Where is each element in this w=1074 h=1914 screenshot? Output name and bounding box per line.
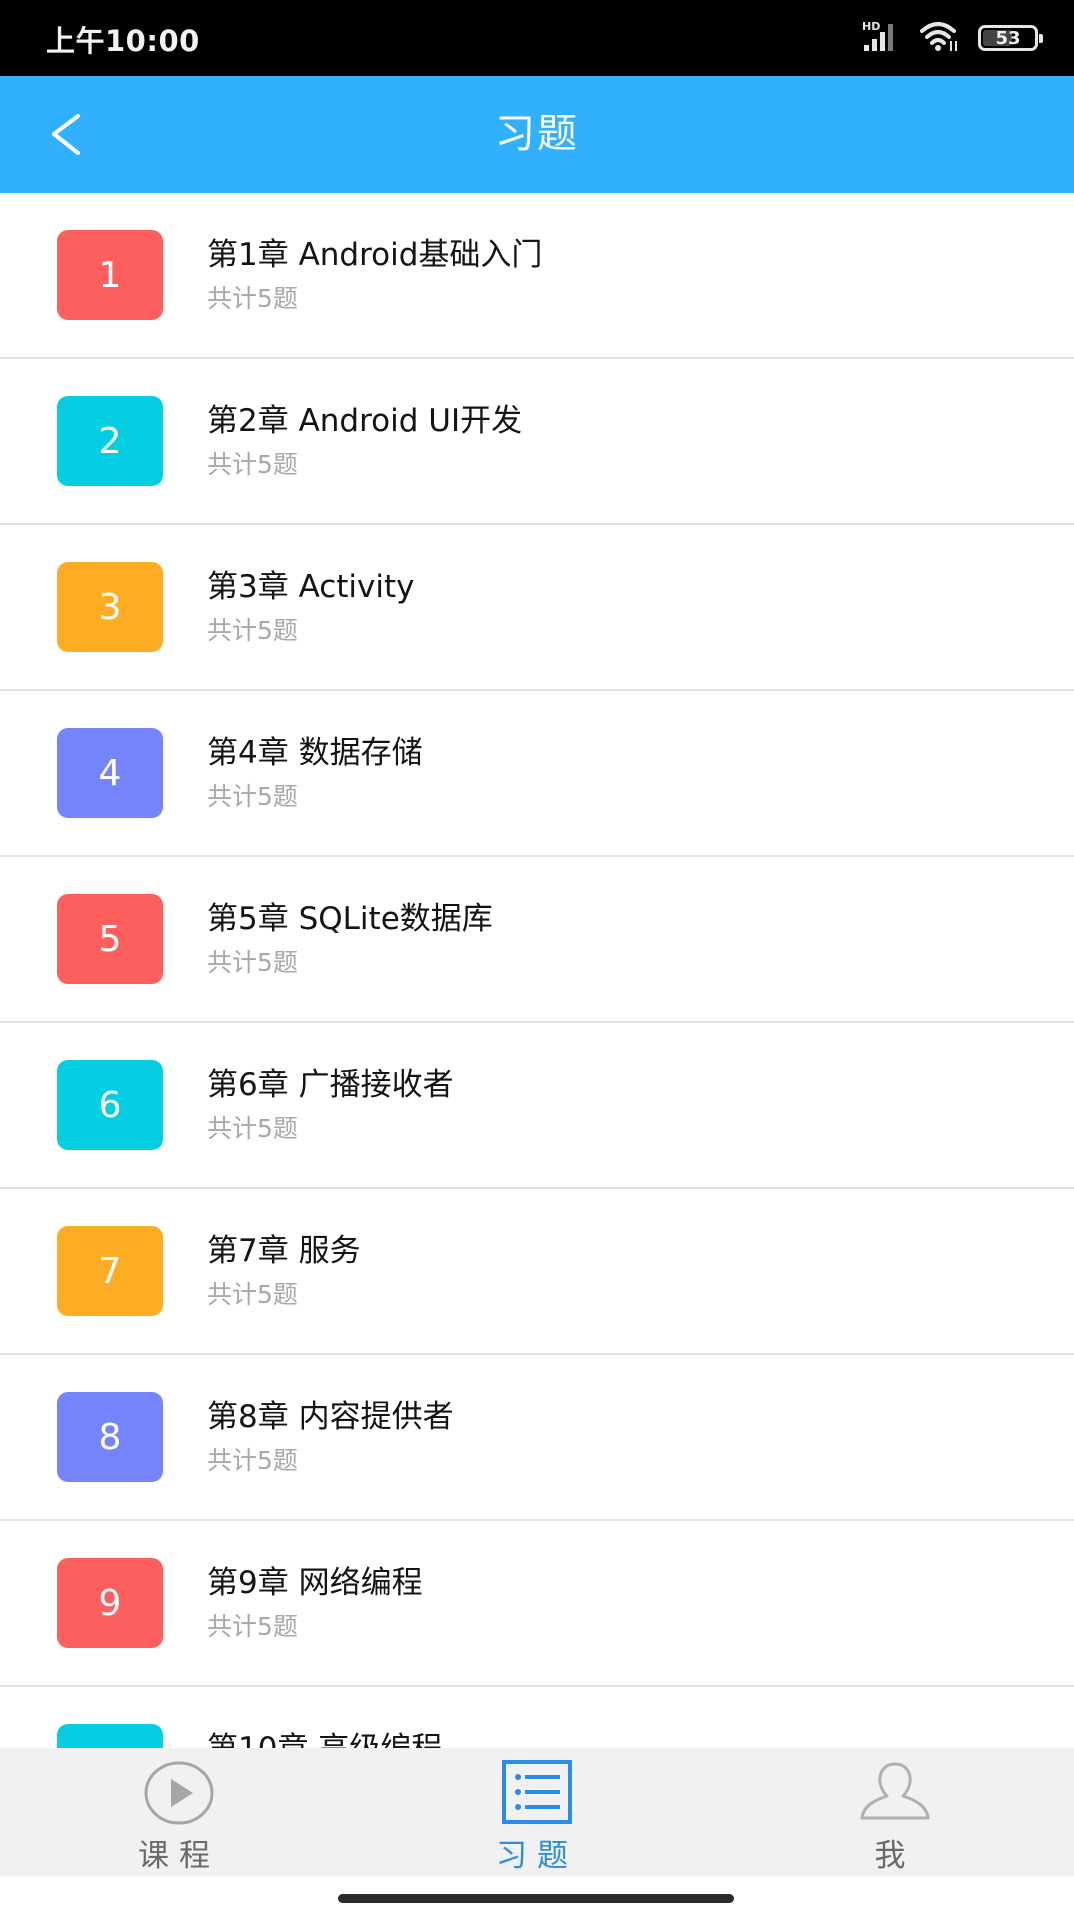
home-indicator[interactable] (338, 1894, 734, 1903)
chapter-list-item[interactable]: 5 第5章 SQLite数据库共计5题 (0, 857, 1074, 1023)
chapter-list-item[interactable]: 6 第6章 广播接收者共计5题 (0, 1023, 1074, 1189)
status-bar: 上午10:00 HD 53 (0, 0, 1074, 76)
play-circle-icon (143, 1760, 215, 1830)
chapter-number-badge: 4 (57, 728, 163, 818)
battery-level: 53 (995, 27, 1021, 49)
chapter-question-count: 共计5题 (207, 1114, 298, 1143)
chapter-list-item[interactable]: 9 第9章 网络编程共计5题 (0, 1521, 1074, 1687)
page-title: 习题 (495, 111, 579, 157)
chapter-question-count: 共计5题 (207, 948, 298, 977)
chapter-question-count: 共计5题 (207, 284, 298, 313)
chapter-number-badge: 9 (57, 1558, 163, 1648)
chapter-question-count: 共计5题 (207, 1446, 298, 1475)
chapter-title: 第3章 Activity (207, 569, 415, 605)
tab-label: 习题 (496, 1838, 578, 1874)
chapter-title: 第8章 内容提供者 (207, 1399, 454, 1435)
tab-label: 课程 (138, 1838, 220, 1874)
status-icons: HD 53 (862, 19, 1043, 57)
list-icon (502, 1760, 572, 1828)
network-type-label: HD (862, 20, 880, 33)
chapter-title: 第7章 服务 (207, 1233, 361, 1269)
chapter-title: 第6章 广播接收者 (207, 1067, 454, 1103)
battery-icon: 53 (978, 25, 1043, 51)
chapter-list-item[interactable]: 7 第7章 服务共计5题 (0, 1189, 1074, 1355)
chapter-number-badge: 7 (57, 1226, 163, 1316)
chapter-list-item[interactable]: 2 第2章 Android UI开发共计5题 (0, 359, 1074, 525)
chapter-number-badge: 5 (57, 894, 163, 984)
chapter-number-badge: 3 (57, 562, 163, 652)
bottom-tab-bar: 课程 习题 我 (0, 1748, 1074, 1876)
wifi-icon (920, 19, 960, 57)
chapter-question-count: 共计5题 (207, 616, 298, 645)
app-bar: 习题 (0, 76, 1074, 193)
chapter-list: 1 第1章 Android基础入门 共计5题 2 第2章 Android UI开发 共计5… (0, 193, 1074, 1853)
chapter-title: 第5章 SQLite数据库 (207, 901, 493, 937)
chapter-title: 第4章 数据存储 (207, 735, 423, 771)
chapter-number-badge: 2 (57, 396, 163, 486)
tab-exercises[interactable]: 习题 (358, 1748, 716, 1876)
chapter-list-item[interactable]: 3 第3章 Activity 共计5题 (0, 525, 1074, 691)
chapter-list-item[interactable]: 4 第4章 数据存储共计5题 (0, 691, 1074, 857)
gesture-area (0, 1876, 1074, 1914)
chapter-number-badge: 6 (57, 1060, 163, 1150)
chapter-list-item[interactable]: 1 第1章 Android基础入门共计5题 (0, 193, 1074, 359)
chapter-question-count: 共计5题 (207, 450, 298, 479)
person-icon (859, 1760, 931, 1826)
tab-courses[interactable]: 课程 (0, 1748, 358, 1876)
cellular-signal-icon: HD (862, 19, 902, 57)
chapter-question-count: 共计5题 (207, 1280, 298, 1309)
chapter-number-badge: 8 (57, 1392, 163, 1482)
chapter-question-count: 共计5题 (207, 1612, 298, 1641)
tab-me[interactable]: 我 (716, 1748, 1074, 1876)
status-time: 上午10:00 (46, 24, 200, 58)
tab-label: 我 (874, 1838, 916, 1874)
chapter-title: 第2章 Android UI开发 (207, 403, 523, 439)
chapter-question-count: 共计5题 (207, 782, 298, 811)
chapter-number-badge: 1 (57, 230, 163, 320)
chapter-title: 第9章 网络编程 (207, 1565, 423, 1601)
chapter-title: 第1章 Android基础入门 (207, 237, 543, 273)
chapter-list-item[interactable]: 8 第8章 内容提供者共计5题 (0, 1355, 1074, 1521)
